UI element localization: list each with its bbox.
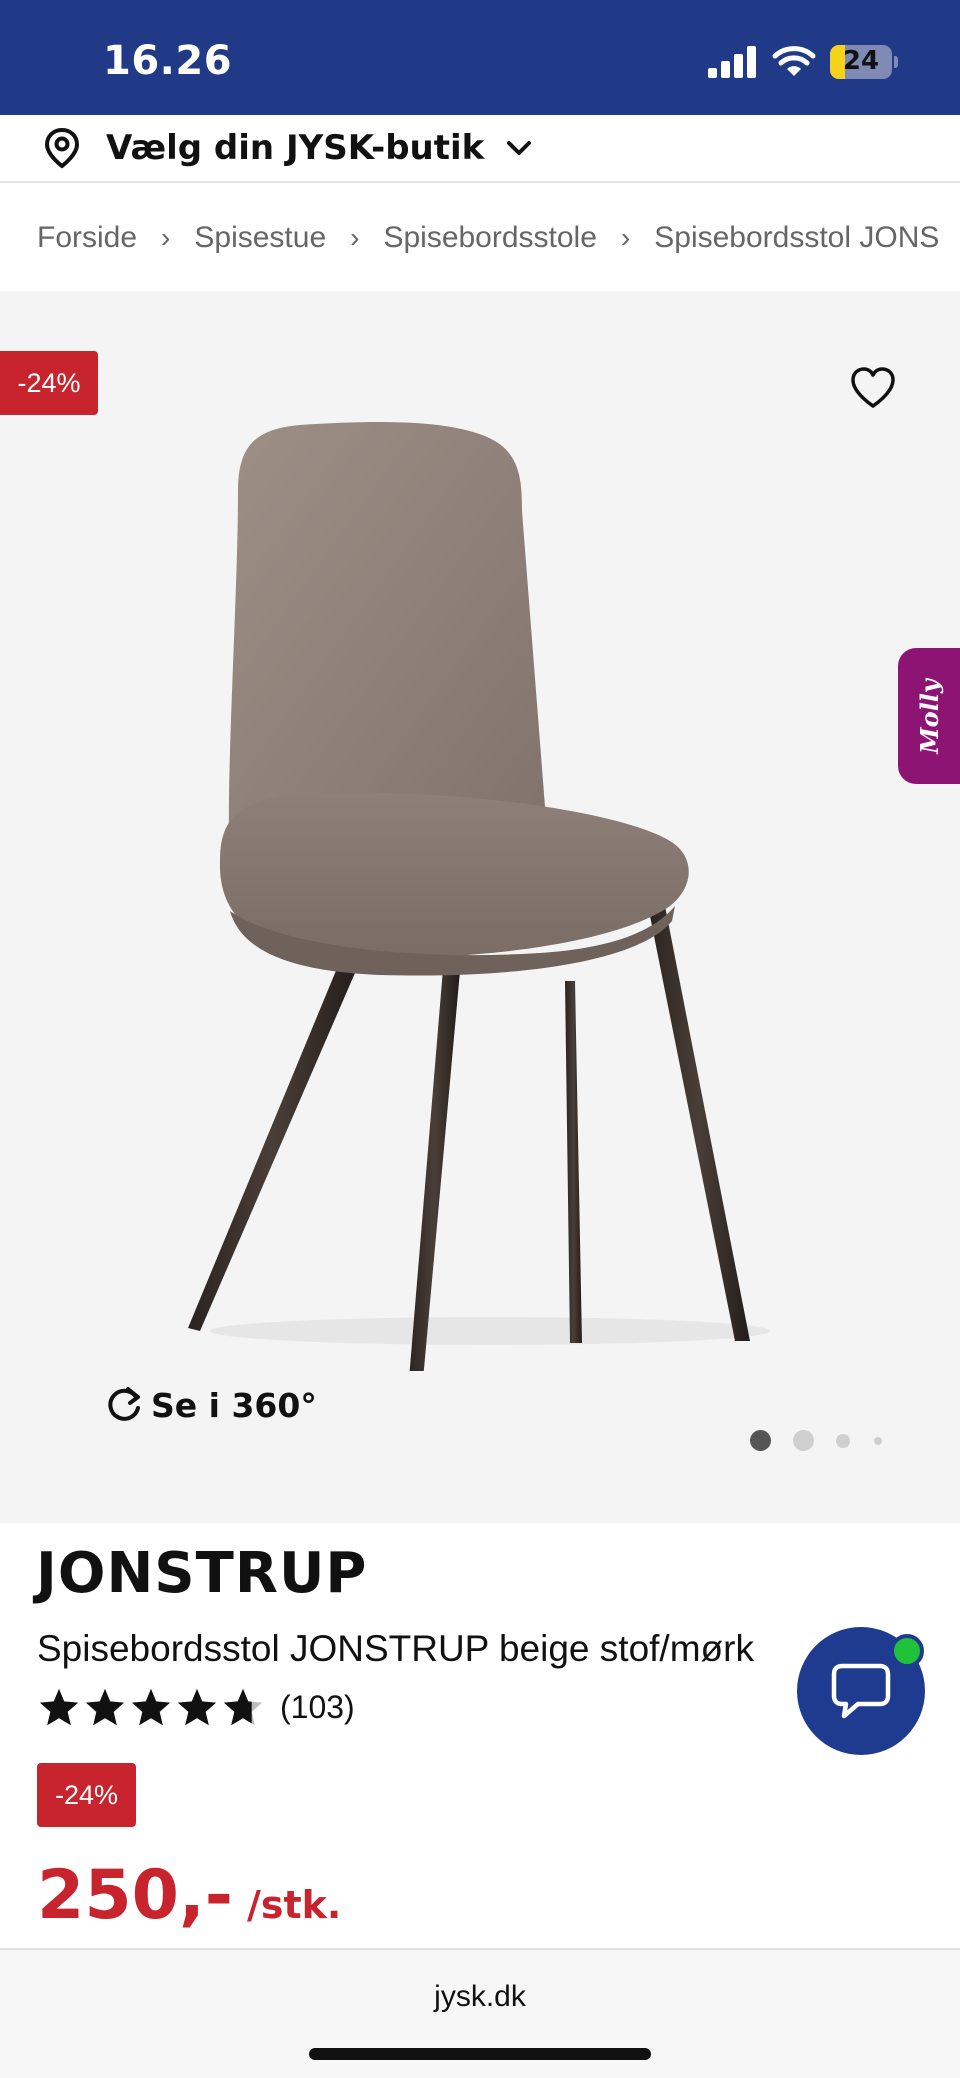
- status-bar: 16.26 24: [0, 0, 960, 115]
- price-value: 250,-: [37, 1856, 233, 1935]
- star-icon: [131, 1688, 171, 1726]
- star-partial-icon: [223, 1688, 263, 1726]
- product-gallery[interactable]: -24% Molly Se i 360°: [0, 291, 960, 1523]
- chevron-right-icon: ›: [350, 222, 360, 253]
- price: 250,- /stk.: [37, 1856, 341, 1935]
- wifi-icon: [772, 46, 816, 76]
- star-icon: [85, 1688, 125, 1726]
- view-360-button[interactable]: Se i 360°: [103, 1384, 317, 1426]
- gallery-dot[interactable]: [793, 1430, 814, 1451]
- chevron-right-icon: ›: [161, 222, 171, 253]
- url-text: jysk.dk: [434, 1980, 526, 2013]
- breadcrumb-item-current[interactable]: Spisebordsstol JONS: [654, 221, 939, 255]
- discount-badge: -24%: [0, 351, 98, 415]
- molly-label: Molly: [914, 678, 944, 754]
- battery-level: 24: [842, 46, 880, 76]
- gallery-pagination: [750, 1430, 882, 1451]
- chevron-down-icon: [507, 141, 532, 155]
- product-brand-title: JONSTRUP: [36, 1541, 368, 1606]
- price-unit: /stk.: [247, 1883, 342, 1927]
- molly-assistant-tab[interactable]: Molly: [898, 648, 960, 784]
- rotate-icon: [108, 1387, 140, 1421]
- product-name: Spisebordsstol JONSTRUP beige stof/mørk: [37, 1628, 754, 1669]
- gallery-dot[interactable]: [750, 1430, 771, 1451]
- star-icon: [177, 1688, 217, 1726]
- breadcrumb-item-forside[interactable]: Forside: [37, 221, 137, 255]
- product-rating[interactable]: (103): [38, 1687, 355, 1727]
- online-status-dot: [890, 1634, 924, 1668]
- view-360-label: Se i 360°: [151, 1385, 317, 1425]
- breadcrumb-item-spisebordsstole[interactable]: Spisebordsstole: [383, 221, 596, 255]
- rating-count: (103): [280, 1688, 355, 1725]
- status-time: 16.26: [103, 38, 233, 84]
- chat-bubble-icon: [831, 1663, 891, 1719]
- price-discount-badge: -24%: [37, 1763, 136, 1827]
- home-indicator: [309, 2048, 651, 2060]
- heart-icon[interactable]: [848, 363, 898, 413]
- rating-stars: [38, 1687, 264, 1727]
- signal-icon: [708, 46, 756, 78]
- store-selector[interactable]: Vælg din JYSK-butik: [0, 115, 960, 183]
- battery-icon: 24: [830, 45, 898, 79]
- star-icon: [39, 1688, 79, 1726]
- breadcrumb: Forside › Spisestue › Spisebordsstole › …: [0, 185, 960, 291]
- status-icons: 24: [708, 45, 898, 79]
- store-selector-label: Vælg din JYSK-butik: [106, 128, 485, 168]
- location-pin-icon: [44, 127, 80, 169]
- chevron-right-icon: ›: [620, 222, 631, 253]
- gallery-dot[interactable]: [836, 1433, 850, 1448]
- product-image: [188, 422, 770, 1371]
- gallery-dot[interactable]: [874, 1436, 882, 1445]
- breadcrumb-item-spisestue[interactable]: Spisestue: [194, 221, 326, 255]
- browser-address-bar[interactable]: jysk.dk: [0, 1948, 960, 2078]
